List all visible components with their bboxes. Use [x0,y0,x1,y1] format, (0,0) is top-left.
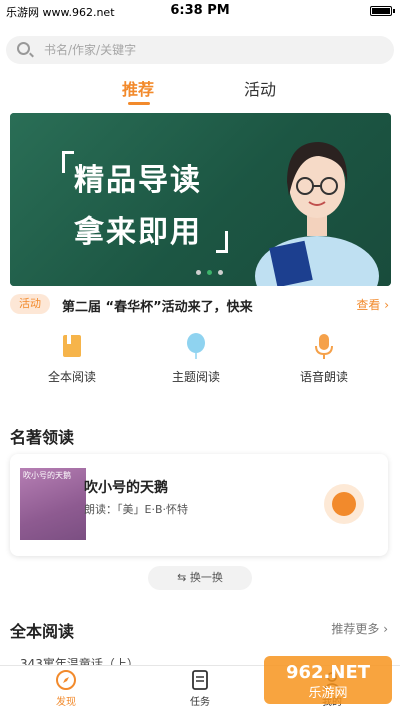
swap-button[interactable]: ⇆ 换一换 [148,566,252,590]
tab-recommend[interactable]: 推荐 [122,76,154,100]
feature-shortcuts: 全本阅读 主题阅读 语音朗读 [0,332,400,392]
top-tabs: 推荐 活动 [0,72,400,108]
carousel-dot[interactable] [196,270,201,275]
feature-label: 语音朗读 [299,370,348,384]
banner-headline-2: 拿来即用 [74,215,202,250]
book-icon [63,335,81,357]
list-item-peek[interactable]: 343寓年温童话（上） [20,655,270,665]
compass-icon [56,670,76,690]
site-watermark-logo: 962.NET 乐游网 [264,656,392,704]
banner-headline-1: 精品导读 [74,163,202,198]
status-time: 6:38 PM [170,3,230,18]
active-tab-indicator [128,102,150,105]
section-title-classics: 名著领读 [10,428,75,447]
svg-text:乐游网: 乐游网 [308,686,347,701]
section-title-full-reading: 全本阅读 [10,622,75,641]
notice-text: 第二届 “春华杯”活动来了，快来 [62,300,253,315]
teacher-illustration [255,142,379,286]
carousel-dot[interactable] [218,270,223,275]
status-bar: 乐游网 www.962.net 6:38 PM [0,0,400,24]
feature-label: 全本阅读 [47,370,96,384]
tab-label: 发现 [56,697,76,708]
task-list-icon [192,670,208,690]
tab-activity[interactable]: 活动 [244,76,276,100]
balloon-icon [187,333,205,359]
bracket-left-decor [62,151,74,173]
activity-notice[interactable]: 活动 第二届 “春华杯”活动来了，快来 查看 › [10,291,391,319]
book-reader: 朗读：「美」E·B·怀特 [84,503,188,516]
search-icon [17,42,30,55]
bracket-right-decor [216,231,228,253]
search-bar[interactable] [6,36,394,64]
carousel-dots[interactable] [196,270,223,275]
feature-voice-reading[interactable]: 语音朗读 [274,332,374,385]
book-title: 吹小号的天鹅 [84,480,168,496]
feature-full-reading[interactable]: 全本阅读 [22,332,122,385]
carousel-dot-active[interactable] [207,270,212,275]
view-more-link[interactable]: 查看 › [356,296,389,313]
activity-badge: 活动 [10,294,50,314]
promo-banner[interactable]: 精品导读 拿来即用 [10,113,391,286]
book-card[interactable]: 吹小号的天鹅 吹小号的天鹅 朗读：「美」E·B·怀特 [10,454,388,556]
book-cover: 吹小号的天鹅 [20,468,86,540]
tab-discover[interactable]: 发现 [36,669,96,708]
svg-text:962.NET: 962.NET [286,662,371,683]
recommend-more-link[interactable]: 推荐更多 › [331,620,388,637]
tab-tasks[interactable]: 任务 [170,669,230,708]
feature-label: 主题阅读 [171,370,220,384]
tab-label: 任务 [190,697,210,708]
feature-theme-reading[interactable]: 主题阅读 [146,332,246,385]
microphone-icon [315,334,333,359]
cover-title: 吹小号的天鹅 [23,471,71,480]
play-button[interactable] [324,484,364,524]
search-input[interactable] [44,36,374,64]
battery-icon [370,6,395,16]
